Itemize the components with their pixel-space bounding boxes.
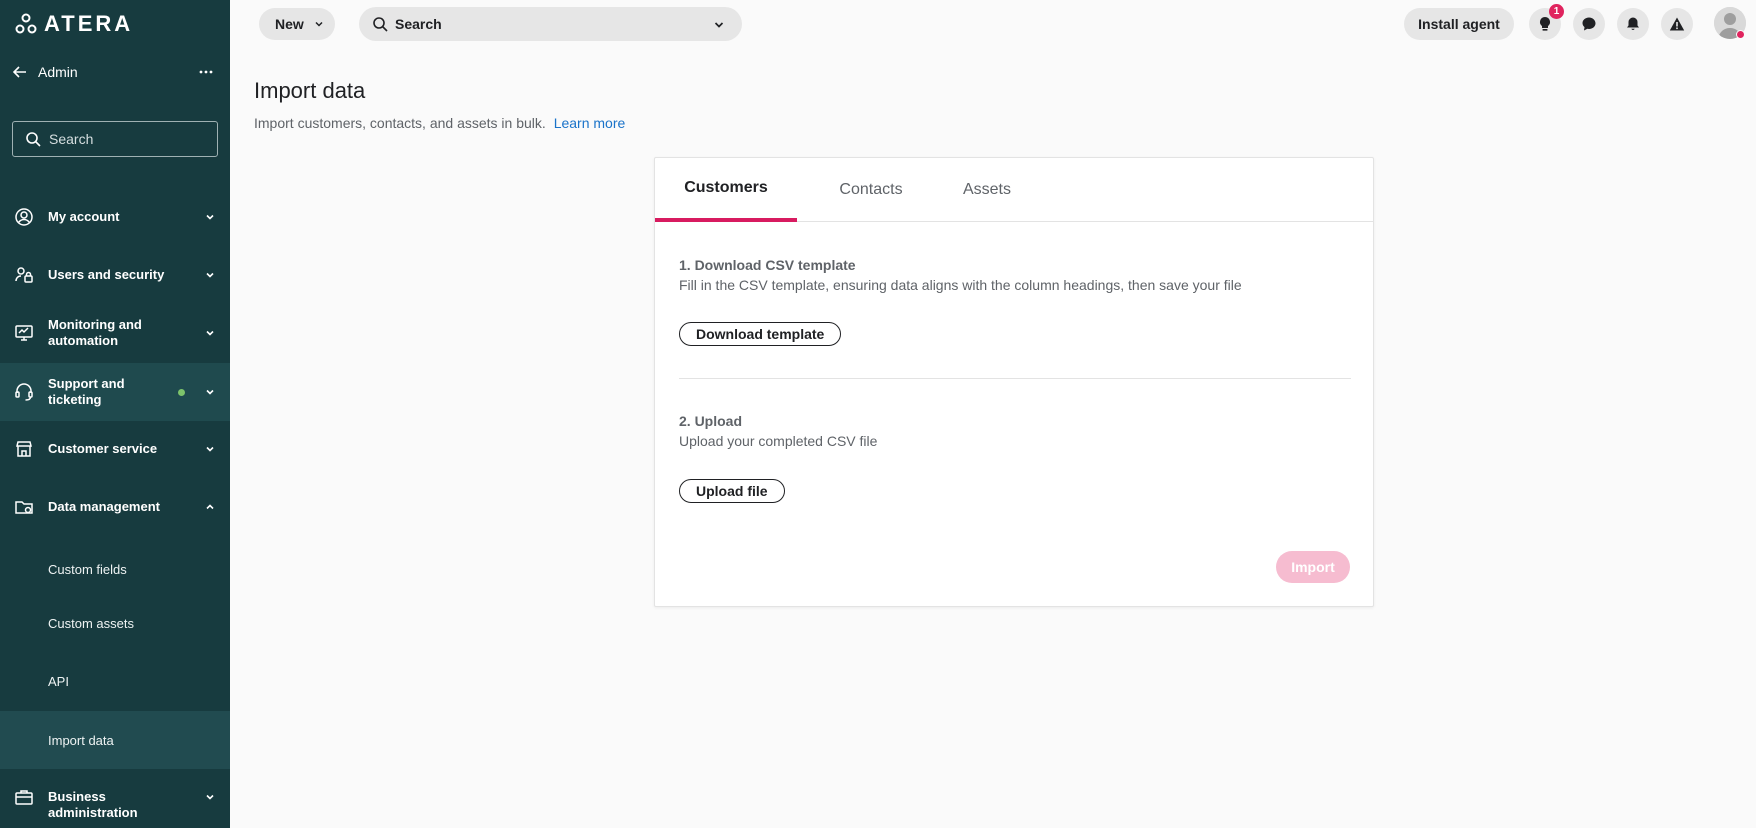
admin-header: Admin bbox=[0, 56, 230, 88]
download-template-button[interactable]: Download template bbox=[679, 322, 842, 346]
page-title: Import data bbox=[254, 78, 366, 103]
sidebar-item-monitoring-and-automation[interactable]: Monitoring and automation bbox=[0, 307, 230, 359]
back-arrow-icon[interactable] bbox=[10, 62, 30, 82]
import-button[interactable]: Import bbox=[1276, 551, 1350, 583]
store-icon bbox=[16, 441, 32, 457]
chat-icon bbox=[1582, 17, 1596, 31]
tab-customers[interactable]: Customers bbox=[655, 158, 797, 222]
atera-logo[interactable]: ATERA bbox=[14, 11, 134, 36]
step2-description: Upload your completed CSV file bbox=[679, 433, 878, 449]
chevron-up-icon bbox=[206, 504, 214, 510]
notification-badge: 1 bbox=[1549, 4, 1564, 19]
chevron-down-icon bbox=[206, 446, 214, 452]
sidebar-item-label: Customer service bbox=[48, 441, 158, 456]
lightbulb-icon bbox=[1540, 17, 1550, 31]
sidebar-item-label: Data management bbox=[48, 499, 160, 514]
chat-button[interactable] bbox=[1573, 8, 1605, 40]
sidebar-subitem-label: Custom fields bbox=[48, 562, 127, 577]
folder-data-icon bbox=[15, 501, 33, 514]
import-tabs: Customers Contacts Assets bbox=[655, 158, 1373, 222]
page-description-text: Import customers, contacts, and assets i… bbox=[254, 115, 546, 131]
section-divider bbox=[679, 378, 1351, 379]
sidebar-subitem-custom-assets[interactable]: Custom assets bbox=[0, 597, 230, 649]
sidebar-item-support-and-ticketing[interactable]: Support and ticketing bbox=[0, 363, 230, 421]
admin-label: Admin bbox=[38, 64, 78, 80]
sidebar-subitem-custom-fields[interactable]: Custom fields bbox=[0, 543, 230, 595]
sidebar-subitem-label: Import data bbox=[48, 733, 114, 748]
global-search-label: Search bbox=[395, 16, 442, 32]
sidebar-item-label: Support and ticketing bbox=[48, 376, 125, 407]
new-button-label: New bbox=[275, 16, 304, 32]
sidebar-item-users-and-security[interactable]: Users and security bbox=[0, 249, 230, 301]
sidebar-item-label: Users and security bbox=[48, 267, 165, 282]
sidebar: ATERA Admin My account Users and securit… bbox=[0, 0, 230, 828]
chevron-down-icon bbox=[206, 214, 214, 220]
install-agent-button[interactable]: Install agent bbox=[1404, 8, 1514, 40]
import-card: Customers Contacts Assets 1. Download CS… bbox=[654, 157, 1374, 607]
search-icon bbox=[373, 17, 388, 32]
tips-button[interactable]: 1 bbox=[1529, 4, 1564, 40]
sidebar-item-customer-service[interactable]: Customer service bbox=[0, 423, 230, 475]
users-lock-icon bbox=[15, 267, 33, 283]
notifications-button[interactable] bbox=[1617, 8, 1649, 40]
chevron-down-icon bbox=[206, 330, 214, 336]
more-options-icon[interactable] bbox=[196, 62, 216, 82]
sidebar-item-label: My account bbox=[48, 209, 120, 224]
step2-title: 2. Upload bbox=[679, 413, 743, 429]
monitor-icon bbox=[15, 325, 33, 341]
chevron-down-icon bbox=[206, 389, 214, 395]
upload-file-button[interactable]: Upload file bbox=[679, 479, 785, 503]
sidebar-subitem-api[interactable]: API bbox=[0, 655, 230, 707]
briefcase-icon bbox=[15, 790, 33, 805]
chevron-down-icon bbox=[714, 22, 724, 28]
chevron-down-icon bbox=[206, 794, 214, 800]
sidebar-item-label: Business administration bbox=[48, 789, 138, 820]
sidebar-search-input[interactable] bbox=[49, 122, 209, 156]
alerts-button[interactable] bbox=[1661, 8, 1693, 40]
tab-contacts[interactable]: Contacts bbox=[819, 158, 923, 222]
sidebar-item-business-administration[interactable]: Business administration bbox=[0, 771, 230, 823]
step1-description: Fill in the CSV template, ensuring data … bbox=[679, 277, 1242, 293]
sidebar-subitem-import-data[interactable]: Import data bbox=[0, 711, 230, 769]
atera-logo-icon bbox=[15, 13, 37, 34]
global-search[interactable]: Search bbox=[359, 7, 742, 41]
sidebar-item-data-management[interactable]: Data management bbox=[0, 481, 230, 533]
warning-icon bbox=[1669, 17, 1685, 31]
search-icon bbox=[26, 132, 41, 147]
presence-indicator bbox=[1736, 30, 1745, 39]
chevron-down-icon bbox=[315, 21, 323, 27]
chevron-down-icon bbox=[206, 272, 214, 278]
step1-title: 1. Download CSV template bbox=[679, 257, 856, 273]
status-dot bbox=[178, 389, 185, 396]
logo-wordmark: ATERA bbox=[44, 11, 134, 36]
page-description: Import customers, contacts, and assets i… bbox=[254, 115, 625, 131]
sidebar-search bbox=[12, 121, 218, 157]
learn-more-link[interactable]: Learn more bbox=[554, 115, 626, 131]
bell-icon bbox=[1627, 17, 1639, 31]
user-circle-icon bbox=[15, 208, 33, 226]
sidebar-item-label: Monitoring and automation bbox=[48, 317, 142, 348]
sidebar-item-my-account[interactable]: My account bbox=[0, 191, 230, 243]
tab-assets[interactable]: Assets bbox=[945, 158, 1029, 222]
new-button[interactable]: New bbox=[259, 8, 335, 40]
headset-icon bbox=[15, 383, 33, 401]
sidebar-subitem-label: API bbox=[48, 674, 69, 689]
sidebar-subitem-label: Custom assets bbox=[48, 616, 134, 631]
